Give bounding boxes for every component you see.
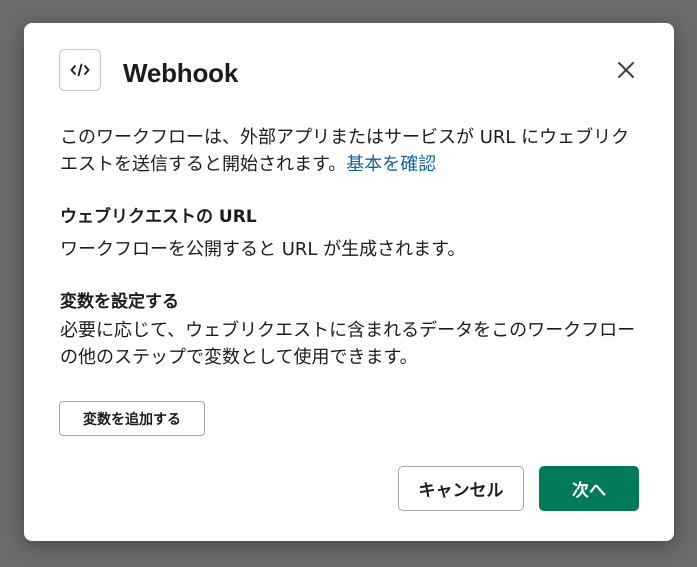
webhook-dialog: Webhook このワークフローは、外部アプリまたはサービスが URL にウェブ… [24,23,674,541]
close-icon [618,62,634,78]
intro-text: このワークフローは、外部アプリまたはサービスが URL にウェブリクエストを送信… [60,127,630,175]
dialog-title: Webhook [123,58,239,88]
close-button[interactable] [612,56,640,84]
webrequest-url-heading: ウェブリクエストの URL [60,207,257,227]
code-brackets-icon [59,49,101,91]
variables-description: 必要に応じて、ウェブリクエストに含まれるデータをこのワークフローの他のステップで… [60,320,636,368]
next-button[interactable]: 次へ [539,466,639,511]
webrequest-url-description: ワークフローを公開すると URL が生成されます。 [60,239,466,260]
add-variable-button[interactable]: 変数を追加する [59,401,205,436]
learn-basics-link[interactable]: 基本を確認 [346,154,436,175]
cancel-button[interactable]: キャンセル [398,466,524,511]
intro-paragraph: このワークフローは、外部アプリまたはサービスが URL にウェブリクエストを送信… [60,124,640,178]
variables-heading: 変数を設定する [60,292,179,312]
